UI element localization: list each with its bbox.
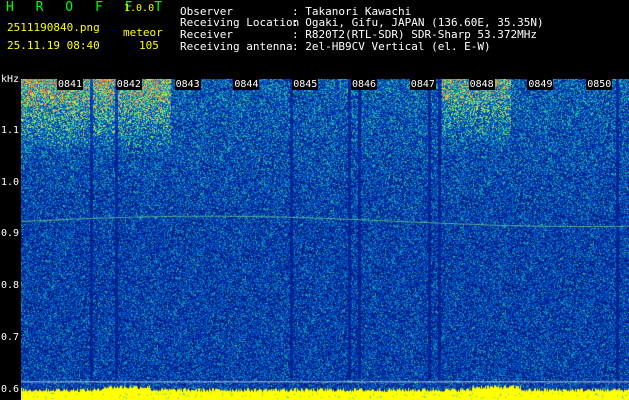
y-tick-label: 1.0 (1, 176, 20, 188)
y-tick-label: 0.7 (1, 331, 20, 343)
time-tick-label: 0844 (233, 79, 260, 90)
time-tick-label: 0849 (527, 79, 554, 90)
y-tick-label: 0.6 (1, 383, 20, 395)
info-label-location: Receiving Location (180, 16, 300, 29)
time-tick-label: 0846 (351, 79, 378, 90)
count-label: 105 (139, 39, 159, 52)
info-value-receiver: : R820T2(RTL-SDR) SDR-Sharp 53.372MHz (292, 28, 538, 41)
time-tick-label: 0850 (586, 79, 613, 90)
time-tick-label: 0847 (409, 79, 436, 90)
spectrogram-canvas[interactable] (21, 79, 629, 400)
y-tick-label: 0.9 (1, 228, 20, 240)
y-axis-unit: kHz (1, 74, 20, 85)
y-tick-label: 1.1 (1, 124, 20, 136)
info-value-location: : Ogaki, Gifu, JAPAN (136.60E, 35.35N) (292, 16, 544, 29)
y-tick-label: 0.8 (1, 280, 20, 292)
app-version: 1.0.0 (124, 3, 155, 14)
time-tick-label: 0841 (57, 79, 84, 90)
time-tick-label: 0842 (115, 79, 142, 90)
time-tick-label: 0845 (292, 79, 319, 90)
datetime-label: 25.11.19 08:40 (7, 39, 100, 52)
info-value-antenna: : 2el-HB9CV Vertical (el. E-W) (292, 40, 491, 53)
info-label-antenna: Receiving antenna (180, 40, 293, 53)
time-tick-label: 0848 (468, 79, 495, 90)
filename-label: 2511190840.png (7, 21, 100, 34)
time-tick-label: 0843 (174, 79, 201, 90)
mode-label: meteor (123, 26, 163, 39)
info-label-receiver: Receiver (180, 28, 233, 41)
